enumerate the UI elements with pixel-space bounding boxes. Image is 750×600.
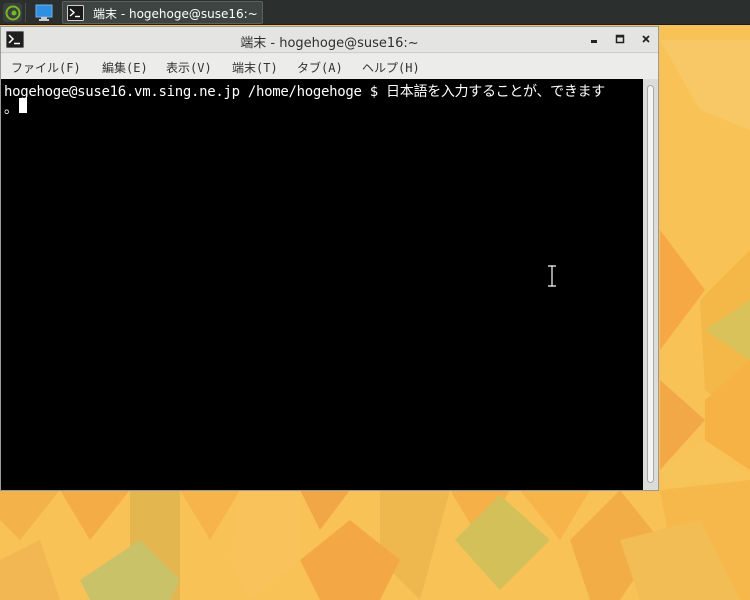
menu-tabs[interactable]: タブ(A): [297, 59, 343, 76]
panel-separator: [25, 3, 26, 22]
taskbar-item-label: 端末 - hogehoge@suse16:~: [93, 7, 258, 21]
window-titlebar[interactable]: 端末 - hogehoge@suse16:~: [1, 27, 658, 53]
opensuse-gecko-icon[interactable]: [3, 3, 22, 22]
top-panel: 端末 - hogehoge@suse16:~: [0, 0, 750, 25]
window-title: 端末 - hogehoge@suse16:~: [240, 36, 419, 51]
terminal-line: hogehoge@suse16.vm.sing.ne.jp /home/hoge…: [4, 84, 605, 100]
menubar: ファイル(F) 編集(E) 表示(V) 端末(T) タブ(A) ヘルプ(H): [1, 54, 658, 79]
menu-file[interactable]: ファイル(F): [11, 59, 81, 76]
close-button[interactable]: [638, 31, 654, 47]
show-desktop-icon[interactable]: [34, 4, 54, 22]
scrollbar-thumb[interactable]: [647, 85, 654, 483]
menu-edit[interactable]: 編集(E): [102, 59, 148, 76]
terminal-window: 端末 - hogehoge@suse16:~ ファイル(F) 編集(E) 表示(…: [0, 26, 659, 491]
menu-view[interactable]: 表示(V): [166, 59, 212, 76]
taskbar-item-terminal[interactable]: 端末 - hogehoge@suse16:~: [62, 1, 263, 24]
text-cursor: [19, 98, 27, 113]
terminal-line: 。: [4, 101, 18, 117]
menu-help[interactable]: ヘルプ(H): [362, 59, 420, 76]
ibeam-cursor-icon: [548, 265, 556, 287]
menu-terminal[interactable]: 端末(T): [232, 59, 278, 76]
maximize-button[interactable]: [612, 31, 628, 47]
terminal-icon: [67, 5, 84, 21]
minimize-button[interactable]: [586, 31, 602, 47]
scrollbar[interactable]: [643, 79, 658, 490]
